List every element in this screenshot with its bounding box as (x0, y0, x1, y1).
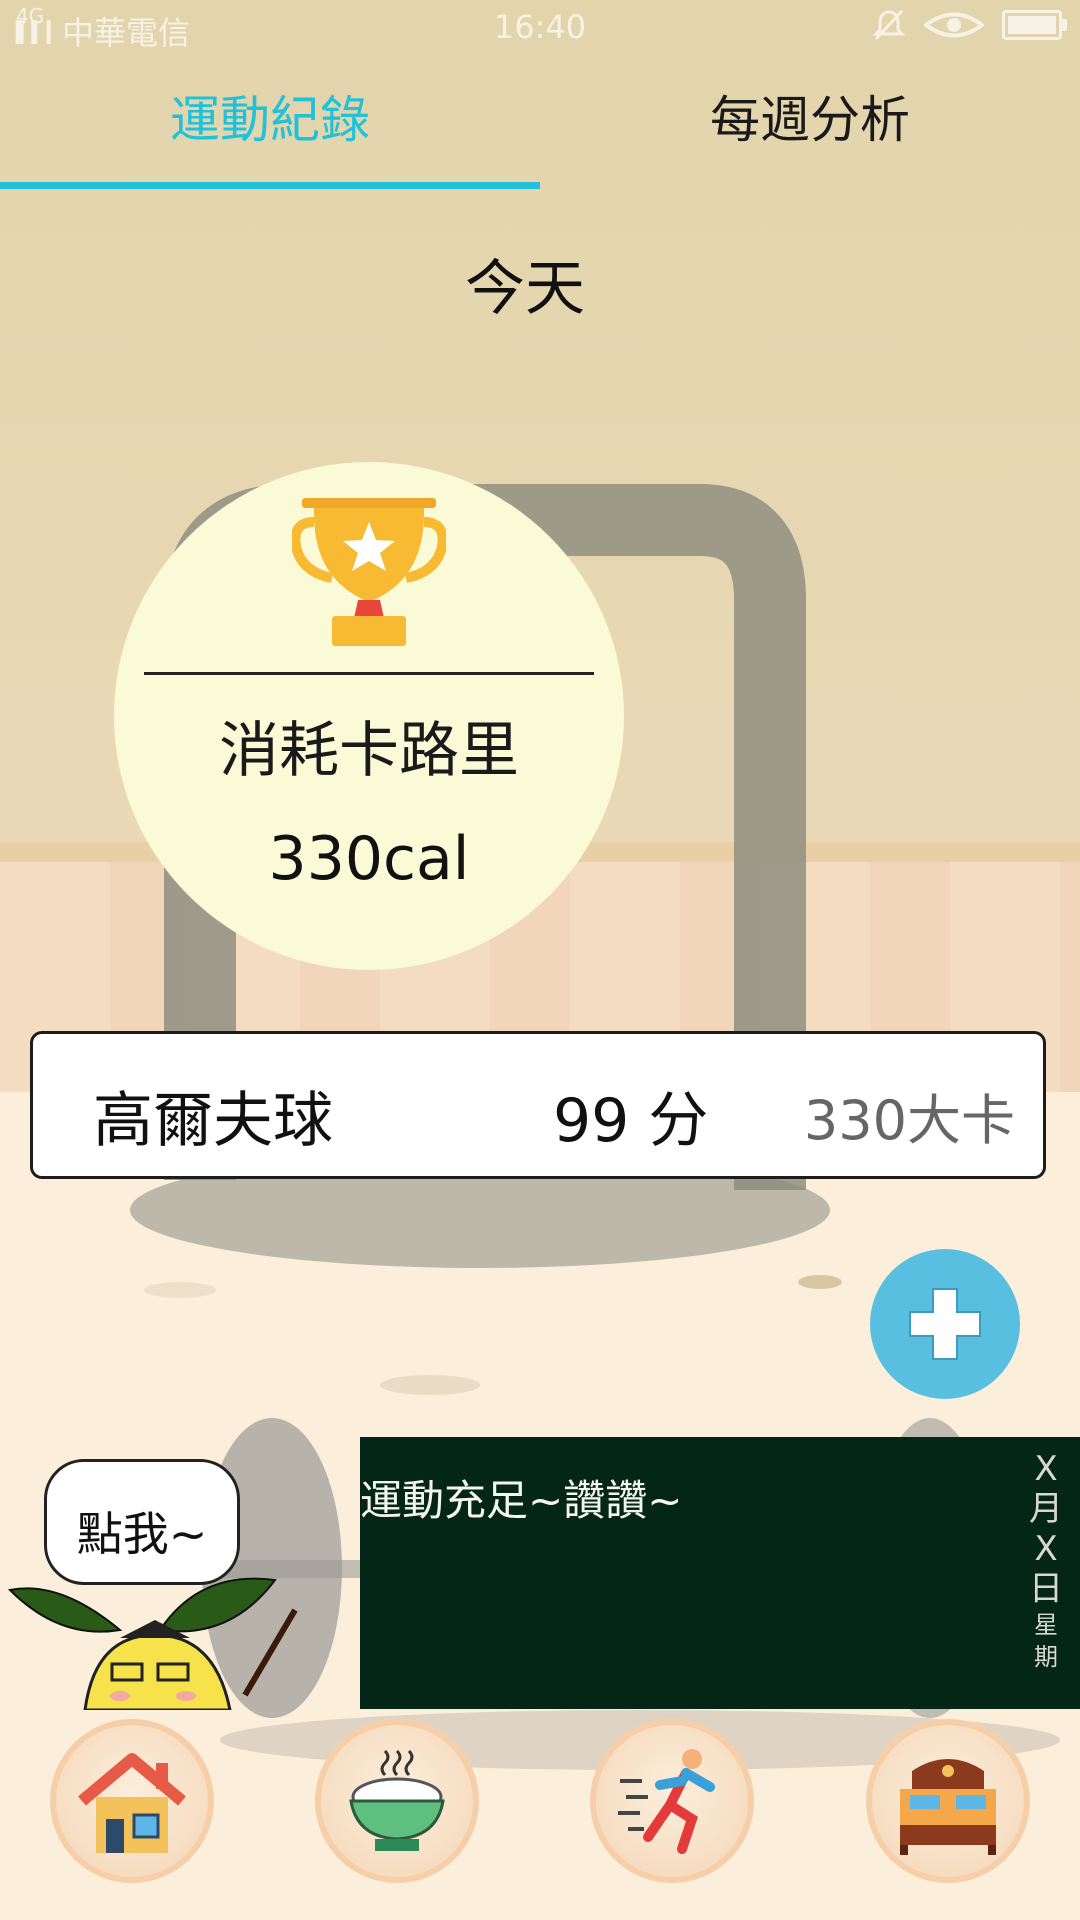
chalkboard-message: 運動充足~讚讚~ (360, 1476, 683, 1525)
active-tab-indicator (0, 182, 540, 189)
exercise-calories: 330大卡 (803, 1089, 1015, 1152)
status-icons (872, 8, 1067, 42)
add-exercise-button[interactable] (870, 1249, 1020, 1399)
trophy-icon (292, 498, 446, 646)
nav-home-button[interactable] (50, 1719, 214, 1883)
tab-exercise-record[interactable]: 運動紀錄 (0, 60, 540, 180)
calorie-label: 消耗卡路里 (219, 716, 519, 786)
bed-icon (900, 1759, 996, 1855)
status-bar: 4G ▌▍▎ 中華電信 16:40 (0, 0, 1080, 56)
exercise-name: 高爾夫球 (93, 1086, 333, 1156)
running-person-icon (618, 1749, 715, 1854)
calorie-value: 330cal (268, 824, 470, 894)
exercise-score: 99 分 (553, 1086, 709, 1156)
mascot-icon[interactable] (0, 1540, 300, 1710)
chalkboard-date: X 月 X 日 星 期 (1029, 1449, 1063, 1671)
chalkboard: 運動充足~讚讚~ X 月 X 日 星 期 (360, 1437, 1080, 1709)
nav-diet-button[interactable] (315, 1719, 479, 1883)
bell-muted-icon (872, 9, 906, 41)
eye-icon (924, 12, 984, 38)
nav-sleep-button[interactable] (866, 1719, 1030, 1883)
rice-bowl-icon (349, 1749, 445, 1851)
house-icon (78, 1753, 186, 1853)
battery-icon (1002, 10, 1067, 40)
calorie-summary-card: 消耗卡路里 330cal (114, 462, 624, 970)
nav-exercise-button[interactable] (590, 1719, 754, 1883)
tab-weekly-analysis[interactable]: 每週分析 (540, 60, 1080, 180)
plus-icon (909, 1288, 981, 1360)
day-title: 今天 (465, 254, 585, 324)
divider (144, 672, 594, 675)
exercise-record-row[interactable]: 高爾夫球 99 分 330大卡 (30, 1031, 1046, 1179)
